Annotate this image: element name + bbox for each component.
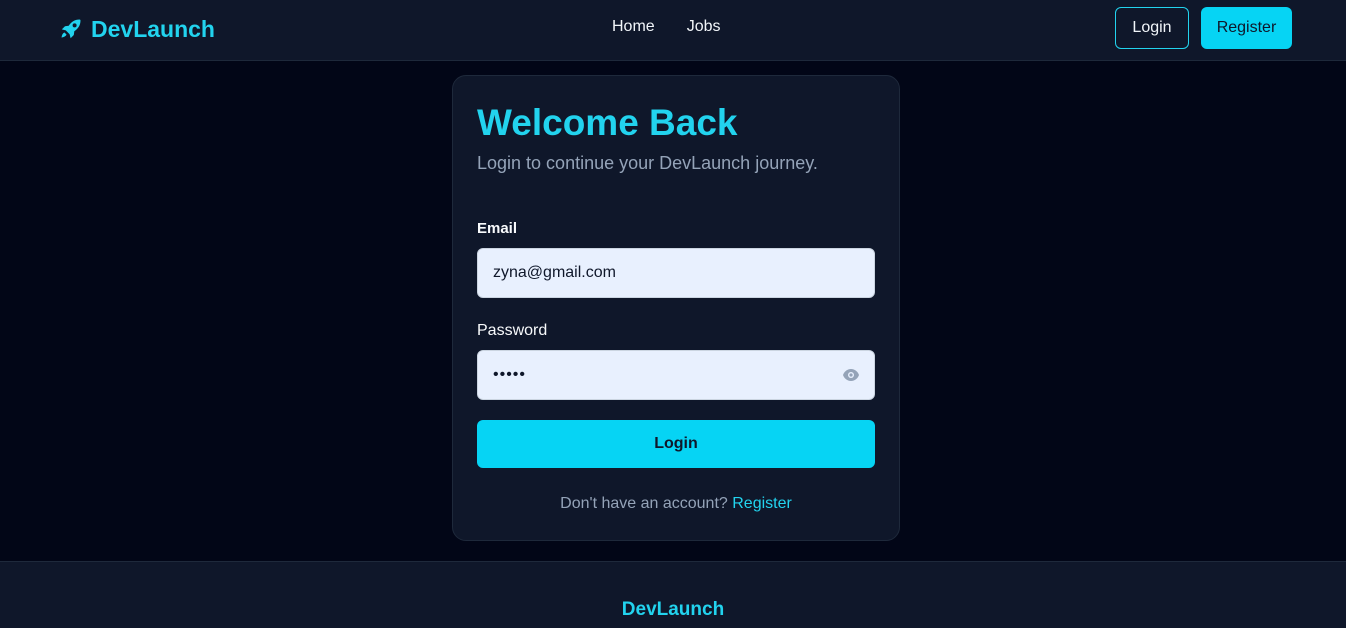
nav-link-jobs[interactable]: Jobs xyxy=(687,18,721,36)
login-submit-button[interactable]: Login xyxy=(477,420,875,468)
brand-name: DevLaunch xyxy=(91,15,215,42)
page-title: Welcome Back xyxy=(477,102,738,143)
password-field[interactable]: ••••• xyxy=(477,350,875,400)
password-value: ••••• xyxy=(493,366,527,383)
email-label: Email xyxy=(477,220,518,237)
email-value: zyna@gmail.com xyxy=(493,264,616,281)
footer-brand: DevLaunch xyxy=(621,599,725,620)
nav-register-button[interactable]: Register xyxy=(1201,7,1292,49)
rocket-icon xyxy=(59,17,83,41)
register-link[interactable]: Register xyxy=(732,495,792,512)
register-prompt-text: Don't have an account? xyxy=(560,495,728,512)
nav-login-button[interactable]: Login xyxy=(1115,7,1189,49)
top-navbar: DevLaunch Home Jobs Login Register xyxy=(0,0,1346,61)
email-field[interactable]: zyna@gmail.com xyxy=(477,248,875,298)
brand-logo[interactable]: DevLaunch xyxy=(59,14,215,44)
main-nav: Home Jobs xyxy=(612,18,720,36)
page-subtitle: Login to continue your DevLaunch journey… xyxy=(477,153,818,173)
footer: DevLaunch xyxy=(0,561,1346,628)
eye-icon[interactable] xyxy=(842,368,860,382)
password-label: Password xyxy=(477,322,548,339)
nav-link-home[interactable]: Home xyxy=(612,18,655,36)
register-prompt: Don't have an account? Register xyxy=(453,495,899,513)
login-card: Welcome Back Login to continue your DevL… xyxy=(452,75,900,541)
